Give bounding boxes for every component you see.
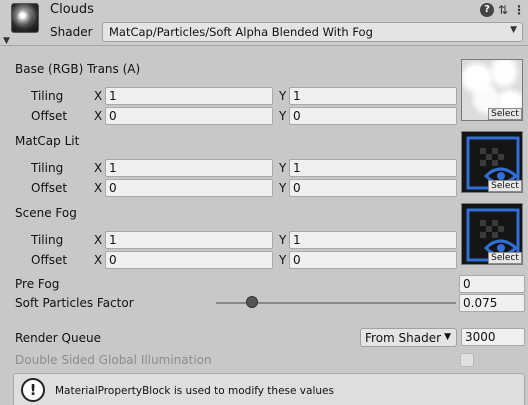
offset-label: Offset: [31, 253, 68, 267]
axis-x-label: X: [94, 109, 103, 123]
select-texture-button[interactable]: Select: [488, 108, 522, 120]
fog-offset-x-field[interactable]: 0: [105, 251, 273, 269]
axis-y-label: Y: [279, 253, 287, 267]
matcap-offset-x-field[interactable]: 0: [105, 179, 273, 197]
double-sided-gi-checkbox[interactable]: [460, 353, 474, 367]
material-title: Clouds: [50, 2, 94, 17]
helpbox-text: MaterialPropertyBlock is used to modify …: [55, 385, 334, 397]
info-helpbox: ! MaterialPropertyBlock is used to modif…: [13, 373, 525, 405]
axis-x-label: X: [94, 253, 103, 267]
section-title-scene-fog: Scene Fog: [15, 206, 77, 220]
tiling-label: Tiling: [31, 233, 64, 247]
axis-x-label: X: [94, 89, 103, 103]
base-texture-slot[interactable]: Select: [461, 59, 523, 121]
matcap-offset-y-field[interactable]: 0: [289, 179, 457, 197]
axis-x-label: X: [94, 233, 103, 247]
fog-tiling-x-field[interactable]: 1: [105, 231, 273, 249]
soft-particles-field[interactable]: 0.075: [459, 294, 525, 312]
chevron-down-icon: ▼: [444, 332, 451, 342]
axis-y-label: Y: [279, 181, 287, 195]
axis-y-label: Y: [279, 233, 287, 247]
fog-offset-y-field[interactable]: 0: [289, 251, 457, 269]
material-sphere-icon: [11, 3, 39, 33]
base-offset-y-field[interactable]: 0: [289, 107, 457, 125]
section-title-matcap: MatCap Lit: [15, 134, 80, 148]
inspector-header: Clouds ? ⇅ ⋮ Shader MatCap/Particles/Sof…: [0, 0, 528, 46]
axis-x-label: X: [94, 161, 103, 175]
render-queue-dropdown[interactable]: From Shader ▼: [360, 328, 457, 347]
help-icon[interactable]: ?: [480, 3, 494, 17]
render-queue-mode: From Shader: [365, 331, 442, 345]
axis-y-label: Y: [279, 109, 287, 123]
double-sided-gi-label: Double Sided Global Illumination: [15, 353, 212, 367]
more-icon[interactable]: ⋮: [512, 3, 526, 17]
base-tiling-x-field[interactable]: 1: [105, 87, 273, 105]
fog-texture-slot[interactable]: Select: [461, 203, 523, 265]
fog-tiling-y-field[interactable]: 1: [289, 231, 457, 249]
render-queue-field[interactable]: 3000: [461, 328, 525, 346]
axis-y-label: Y: [279, 161, 287, 175]
matcap-tiling-x-field[interactable]: 1: [105, 159, 273, 177]
exclamation-icon: !: [21, 378, 45, 402]
axis-x-label: X: [94, 181, 103, 195]
shader-dropdown[interactable]: MatCap/Particles/Soft Alpha Blended With…: [102, 22, 523, 42]
offset-label: Offset: [31, 181, 68, 195]
tiling-label: Tiling: [31, 161, 64, 175]
shader-dropdown-value: MatCap/Particles/Soft Alpha Blended With…: [109, 25, 373, 39]
axis-y-label: Y: [279, 89, 287, 103]
shader-label: Shader: [50, 25, 93, 39]
section-title-base: Base (RGB) Trans (A): [15, 62, 141, 76]
matcap-texture-slot[interactable]: Select: [461, 131, 523, 193]
matcap-tiling-y-field[interactable]: 1: [289, 159, 457, 177]
tiling-label: Tiling: [31, 89, 64, 103]
soft-particles-slider-thumb[interactable]: [246, 296, 258, 308]
render-queue-label: Render Queue: [15, 331, 101, 345]
base-tiling-y-field[interactable]: 1: [289, 87, 457, 105]
foldout-arrow-icon[interactable]: ▼: [3, 36, 10, 46]
soft-particles-label: Soft Particles Factor: [15, 296, 134, 310]
select-texture-button[interactable]: Select: [488, 180, 522, 192]
pre-fog-label: Pre Fog: [15, 277, 60, 291]
select-texture-button[interactable]: Select: [488, 252, 522, 264]
offset-label: Offset: [31, 109, 68, 123]
presets-icon[interactable]: ⇅: [496, 3, 510, 17]
base-offset-x-field[interactable]: 0: [105, 107, 273, 125]
chevron-down-icon: ▼: [510, 25, 517, 35]
pre-fog-field[interactable]: 0: [459, 275, 525, 293]
